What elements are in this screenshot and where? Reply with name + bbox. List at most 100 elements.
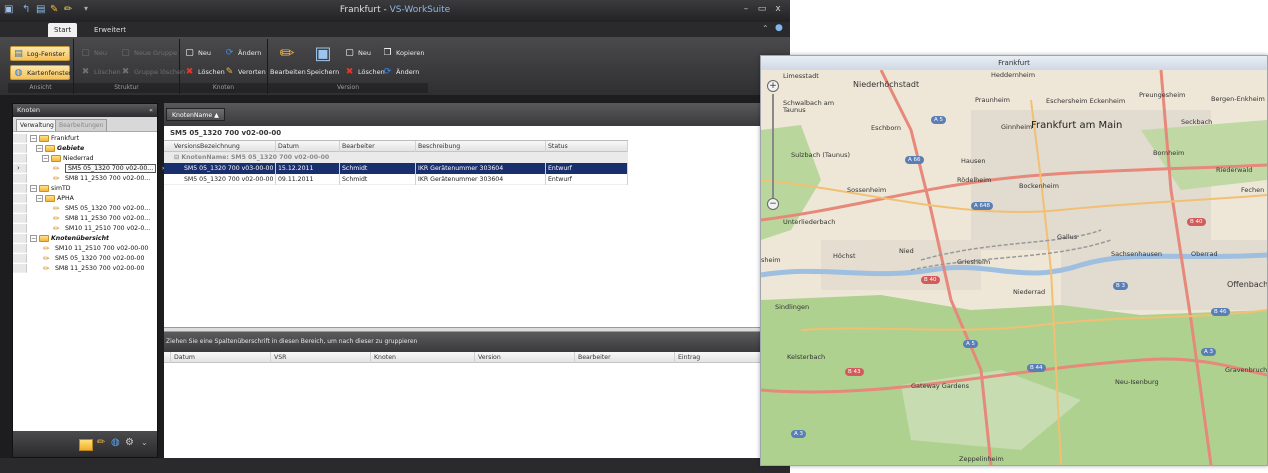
column-header[interactable]: Version [474, 352, 574, 363]
ribbon-tab-row: Start Erweitert ⌃ ● [0, 22, 790, 58]
map-label: Schwalbach am Taunus [783, 99, 835, 114]
tree-node-version[interactable]: ✏ SM10 11_2510 700 v02-0... [13, 224, 157, 233]
collapse-icon[interactable]: − [30, 135, 37, 142]
ribbon-collapse-icon[interactable]: ⌃ [762, 24, 769, 33]
more-nav-icon[interactable]: ⌄ [141, 438, 148, 447]
pencil-icon: ✏ [53, 164, 60, 173]
tree-node-version[interactable]: › ✏ SM5 05_1320 700 v02-00... [13, 164, 157, 173]
column-header[interactable]: Beschreibung [416, 141, 546, 152]
knoten-aendern-button[interactable]: ⟳ Ändern [222, 46, 262, 61]
ribbon: ▤ Log-Fenster ◍ Kartenfenster Ansicht ▢ Neu… [0, 37, 790, 95]
tree-node-gebiete[interactable]: − Gebiete [13, 144, 157, 153]
struktur-loeschen-button[interactable]: ✖ Löschen [78, 65, 121, 80]
column-header[interactable]: Bearbeiter [340, 141, 416, 152]
map-label: Preungesheim [1139, 91, 1186, 99]
verorten-button[interactable]: ✎ Verorten [222, 65, 266, 80]
tree-node-version[interactable]: ✏ SM5 05_1320 700 v02-00-00 [13, 254, 157, 263]
knoten-neu-button[interactable]: ▢ Neu [182, 46, 211, 61]
knoten-loeschen-button[interactable]: ✖ Löschen [182, 65, 225, 80]
kopieren-button[interactable]: ❐ Kopieren [380, 46, 424, 61]
speichern-button[interactable]: ▣ Speichern [306, 43, 340, 83]
tree-node-apha[interactable]: − APHA [13, 194, 157, 203]
folder-icon [51, 155, 61, 162]
close-button[interactable]: x [772, 3, 784, 15]
column-header[interactable]: Datum [170, 352, 270, 363]
collapse-icon[interactable]: − [30, 185, 37, 192]
tree-node-version[interactable]: ✏ SM8 11_2530 700 v02-00... [13, 174, 157, 183]
tree-node-version[interactable]: ✏ SM10 11_2510 700 v02-00-00 [13, 244, 157, 253]
map-label: Riederwald [1216, 166, 1253, 174]
bearbeiten-button[interactable]: ✏ Bearbeiten [270, 43, 306, 83]
version-neu-button[interactable]: ▢ Neu [342, 46, 371, 61]
pencil-icon: ✏ [53, 204, 60, 213]
log-fenster-button[interactable]: ▤ Log-Fenster [10, 46, 70, 61]
collapse-icon[interactable]: − [36, 145, 43, 152]
column-header[interactable]: Status [546, 141, 628, 152]
new-document-icon: ▢ [345, 48, 354, 58]
map-label: Oberrad [1191, 250, 1218, 258]
column-header[interactable]: VSR [270, 352, 370, 363]
map-label: Eschersheim Eckenheim [1046, 97, 1126, 105]
zoom-slider-track[interactable] [772, 94, 774, 199]
map-label: Gravenbruch [1225, 366, 1267, 374]
collapse-icon[interactable]: − [36, 195, 43, 202]
struktur-neu-button[interactable]: ▢ Neu [78, 46, 107, 61]
map-canvas[interactable]: + − Limesstadt Niederhöchstadt Heddernhe… [761, 70, 1267, 465]
group-row[interactable]: ⊟ KnotenName: SM5 05_1320 700 v02-00-00 [164, 152, 628, 163]
version-loeschen-button[interactable]: ✖ Löschen [342, 65, 385, 80]
title-bar: ▣ ↰ ▤ ✎ ✏ ▾ Frankfurt - VS-WorkSuite – ▭… [0, 0, 790, 22]
folder-icon [45, 145, 55, 152]
collapse-icon[interactable]: − [42, 155, 49, 162]
pencil-nav-icon[interactable]: ✏ [97, 437, 105, 448]
tab-verwaltung[interactable]: Verwaltung [16, 119, 58, 131]
settings-nav-icon[interactable]: ⚙ [125, 437, 134, 448]
column-header[interactable]: Bearbeiter [574, 352, 674, 363]
version-aendern-button[interactable]: ⟳ Ändern [380, 65, 420, 80]
tree-node-simtd[interactable]: − simTD [13, 184, 157, 193]
table-row[interactable]: › SM5 05_1320 700 v03-00-00 15.12.2011 S… [162, 163, 628, 174]
help-icon[interactable]: ● [775, 23, 783, 33]
tab-bearbeitungen[interactable]: Bearbeitungen [55, 119, 108, 131]
versions-grid-panel: KnotenName ▲ SM5 05_1320 700 v02-00-00 V… [162, 103, 790, 327]
neue-gruppe-button[interactable]: ▢ Neue Gruppe [118, 46, 177, 61]
group-column-chip[interactable]: KnotenName ▲ [166, 108, 225, 121]
column-header[interactable]: VersionsBezeichnung [172, 141, 276, 152]
maximize-button[interactable]: ▭ [756, 3, 768, 15]
minimize-button[interactable]: – [740, 3, 752, 15]
map-label: Unterliederbach [783, 218, 836, 226]
zoom-in-button[interactable]: + [767, 80, 779, 92]
zoom-out-button[interactable]: − [767, 198, 779, 210]
table-row[interactable]: SM5 05_1320 700 v02-00-00 09.11.2011 Sch… [164, 174, 628, 185]
globe-nav-icon[interactable]: ◍ [111, 437, 120, 448]
pencil-icon: ✏ [43, 264, 50, 273]
collapse-group-icon[interactable]: ⊟ [174, 154, 179, 161]
tree-node-version[interactable]: ✏ SM5 05_1320 700 v02-00... [13, 204, 157, 213]
road-shield: B 3 [1113, 282, 1129, 290]
tree-node-version[interactable]: ✏ SM8 11_2530 700 v02-00-00 [13, 264, 157, 273]
tree-node-version[interactable]: ✏ SM8 11_2530 700 v02-00... [13, 214, 157, 223]
tree-node-frankfurt[interactable]: − Frankfurt [13, 134, 157, 143]
kartenfenster-button[interactable]: ◍ Kartenfenster [10, 65, 71, 80]
map-label: Bockenheim [1019, 182, 1059, 190]
gruppe-loeschen-button[interactable]: ✖ Gruppe löschen [118, 65, 185, 80]
road-shield: A 3 [1201, 348, 1217, 356]
current-row-indicator: › [17, 164, 20, 172]
tab-start[interactable]: Start [48, 23, 78, 37]
map-label: Heddernheim [991, 71, 1036, 79]
road-shield: A 5 [963, 340, 979, 348]
map-label: Offenbach a [1227, 280, 1267, 289]
column-header[interactable]: Knoten [370, 352, 474, 363]
ribbon-group-label: Knoten [180, 83, 267, 93]
road-shield: B 40 [921, 276, 940, 284]
tree-node-knotenuebersicht[interactable]: − Knotenübersicht [13, 234, 157, 243]
tab-erweitert[interactable]: Erweitert [88, 23, 132, 37]
new-document-icon: ▢ [185, 48, 194, 58]
column-header[interactable]: Datum [276, 141, 340, 152]
folder-nav-icon[interactable] [79, 439, 93, 451]
map-label: Seckbach [1181, 118, 1213, 126]
collapse-panel-icon[interactable]: « [149, 104, 153, 117]
tree-node-niederrad[interactable]: − Niederrad [13, 154, 157, 163]
collapse-icon[interactable]: − [30, 235, 37, 242]
copy-icon: ❐ [383, 48, 392, 58]
ribbon-group-label: Version [268, 83, 428, 93]
